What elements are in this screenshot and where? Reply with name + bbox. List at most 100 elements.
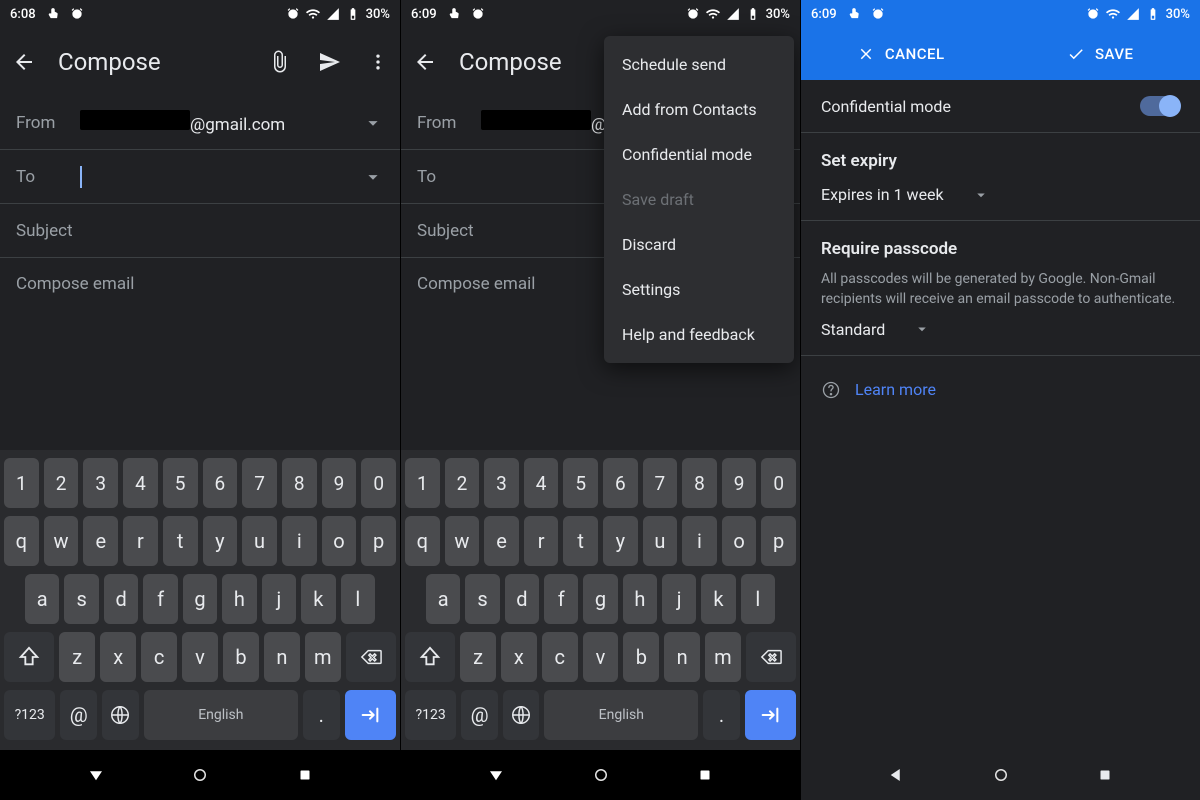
key-backspace[interactable] bbox=[346, 632, 396, 682]
cancel-button[interactable]: CANCEL bbox=[801, 28, 1001, 80]
attach-icon[interactable] bbox=[268, 50, 292, 74]
key-d[interactable]: d bbox=[104, 574, 138, 624]
key-i[interactable]: i bbox=[282, 516, 317, 566]
key-z[interactable]: z bbox=[59, 632, 95, 682]
key-space[interactable]: English bbox=[544, 690, 698, 740]
chevron-down-icon[interactable] bbox=[362, 166, 384, 188]
key-3[interactable]: 3 bbox=[83, 458, 118, 508]
menu-item-confidential-mode[interactable]: Confidential mode bbox=[604, 132, 794, 177]
key-t[interactable]: t bbox=[563, 516, 598, 566]
to-field[interactable]: To bbox=[0, 150, 400, 204]
nav-home-icon[interactable] bbox=[191, 766, 209, 784]
key-0[interactable]: 0 bbox=[361, 458, 396, 508]
menu-item-help-and-feedback[interactable]: Help and feedback bbox=[604, 312, 794, 357]
key-s[interactable]: s bbox=[64, 574, 98, 624]
key-1[interactable]: 1 bbox=[405, 458, 440, 508]
key-w[interactable]: w bbox=[445, 516, 480, 566]
key-n[interactable]: n bbox=[664, 632, 700, 682]
menu-item-schedule-send[interactable]: Schedule send bbox=[604, 42, 794, 87]
key-z[interactable]: z bbox=[460, 632, 496, 682]
key-p[interactable]: p bbox=[361, 516, 396, 566]
key-f[interactable]: f bbox=[544, 574, 578, 624]
key-m[interactable]: m bbox=[705, 632, 741, 682]
key-i[interactable]: i bbox=[682, 516, 717, 566]
key-symbols[interactable]: ?123 bbox=[4, 690, 55, 740]
key-6[interactable]: 6 bbox=[203, 458, 238, 508]
subject-field[interactable]: Subject bbox=[0, 204, 400, 258]
key-at[interactable]: @ bbox=[461, 690, 498, 740]
key-x[interactable]: x bbox=[501, 632, 537, 682]
key-enter[interactable] bbox=[345, 690, 396, 740]
key-j[interactable]: j bbox=[662, 574, 696, 624]
key-r[interactable]: r bbox=[524, 516, 559, 566]
key-d[interactable]: d bbox=[505, 574, 539, 624]
nav-back-icon[interactable] bbox=[87, 766, 105, 784]
key-8[interactable]: 8 bbox=[682, 458, 717, 508]
key-g[interactable]: g bbox=[583, 574, 617, 624]
key-o[interactable]: o bbox=[722, 516, 757, 566]
key-dot[interactable]: . bbox=[303, 690, 340, 740]
key-v[interactable]: v bbox=[583, 632, 619, 682]
more-icon[interactable] bbox=[368, 52, 388, 72]
back-icon[interactable] bbox=[413, 50, 437, 74]
key-l[interactable]: l bbox=[741, 574, 775, 624]
body-field[interactable]: Compose email bbox=[0, 258, 400, 450]
key-b[interactable]: b bbox=[623, 632, 659, 682]
key-space[interactable]: English bbox=[144, 690, 298, 740]
nav-home-icon[interactable] bbox=[592, 766, 610, 784]
passcode-select[interactable]: Standard bbox=[801, 316, 1200, 356]
key-language[interactable] bbox=[503, 690, 540, 740]
key-6[interactable]: 6 bbox=[603, 458, 638, 508]
key-q[interactable]: q bbox=[405, 516, 440, 566]
key-x[interactable]: x bbox=[100, 632, 136, 682]
key-at[interactable]: @ bbox=[60, 690, 97, 740]
key-f[interactable]: f bbox=[143, 574, 177, 624]
send-icon[interactable] bbox=[318, 50, 342, 74]
key-h[interactable]: h bbox=[623, 574, 657, 624]
key-w[interactable]: w bbox=[44, 516, 79, 566]
key-7[interactable]: 7 bbox=[242, 458, 277, 508]
key-1[interactable]: 1 bbox=[4, 458, 39, 508]
key-p[interactable]: p bbox=[761, 516, 796, 566]
key-y[interactable]: y bbox=[203, 516, 238, 566]
save-button[interactable]: SAVE bbox=[1001, 28, 1200, 80]
key-o[interactable]: o bbox=[322, 516, 357, 566]
menu-item-add-from-contacts[interactable]: Add from Contacts bbox=[604, 87, 794, 132]
key-4[interactable]: 4 bbox=[524, 458, 559, 508]
menu-item-settings[interactable]: Settings bbox=[604, 267, 794, 312]
key-k[interactable]: k bbox=[701, 574, 735, 624]
key-5[interactable]: 5 bbox=[163, 458, 198, 508]
key-r[interactable]: r bbox=[123, 516, 158, 566]
key-symbols[interactable]: ?123 bbox=[405, 690, 456, 740]
key-c[interactable]: c bbox=[542, 632, 578, 682]
key-a[interactable]: a bbox=[426, 574, 460, 624]
key-g[interactable]: g bbox=[183, 574, 217, 624]
key-h[interactable]: h bbox=[222, 574, 256, 624]
key-enter[interactable] bbox=[745, 690, 796, 740]
learn-more-link[interactable]: Learn more bbox=[801, 356, 1200, 424]
confidential-switch[interactable] bbox=[1140, 96, 1180, 116]
key-0[interactable]: 0 bbox=[761, 458, 796, 508]
key-b[interactable]: b bbox=[223, 632, 259, 682]
confidential-toggle-row[interactable]: Confidential mode bbox=[801, 80, 1200, 133]
key-t[interactable]: t bbox=[163, 516, 198, 566]
key-9[interactable]: 9 bbox=[322, 458, 357, 508]
key-5[interactable]: 5 bbox=[563, 458, 598, 508]
key-n[interactable]: n bbox=[264, 632, 300, 682]
key-s[interactable]: s bbox=[465, 574, 499, 624]
key-9[interactable]: 9 bbox=[722, 458, 757, 508]
key-dot[interactable]: . bbox=[703, 690, 740, 740]
key-l[interactable]: l bbox=[341, 574, 375, 624]
key-shift[interactable] bbox=[4, 632, 54, 682]
key-c[interactable]: c bbox=[141, 632, 177, 682]
key-m[interactable]: m bbox=[305, 632, 341, 682]
key-u[interactable]: u bbox=[643, 516, 678, 566]
key-u[interactable]: u bbox=[242, 516, 277, 566]
key-e[interactable]: e bbox=[83, 516, 118, 566]
key-8[interactable]: 8 bbox=[282, 458, 317, 508]
key-e[interactable]: e bbox=[484, 516, 519, 566]
nav-back-icon[interactable] bbox=[487, 766, 505, 784]
key-v[interactable]: v bbox=[182, 632, 218, 682]
key-language[interactable] bbox=[102, 690, 139, 740]
key-4[interactable]: 4 bbox=[123, 458, 158, 508]
